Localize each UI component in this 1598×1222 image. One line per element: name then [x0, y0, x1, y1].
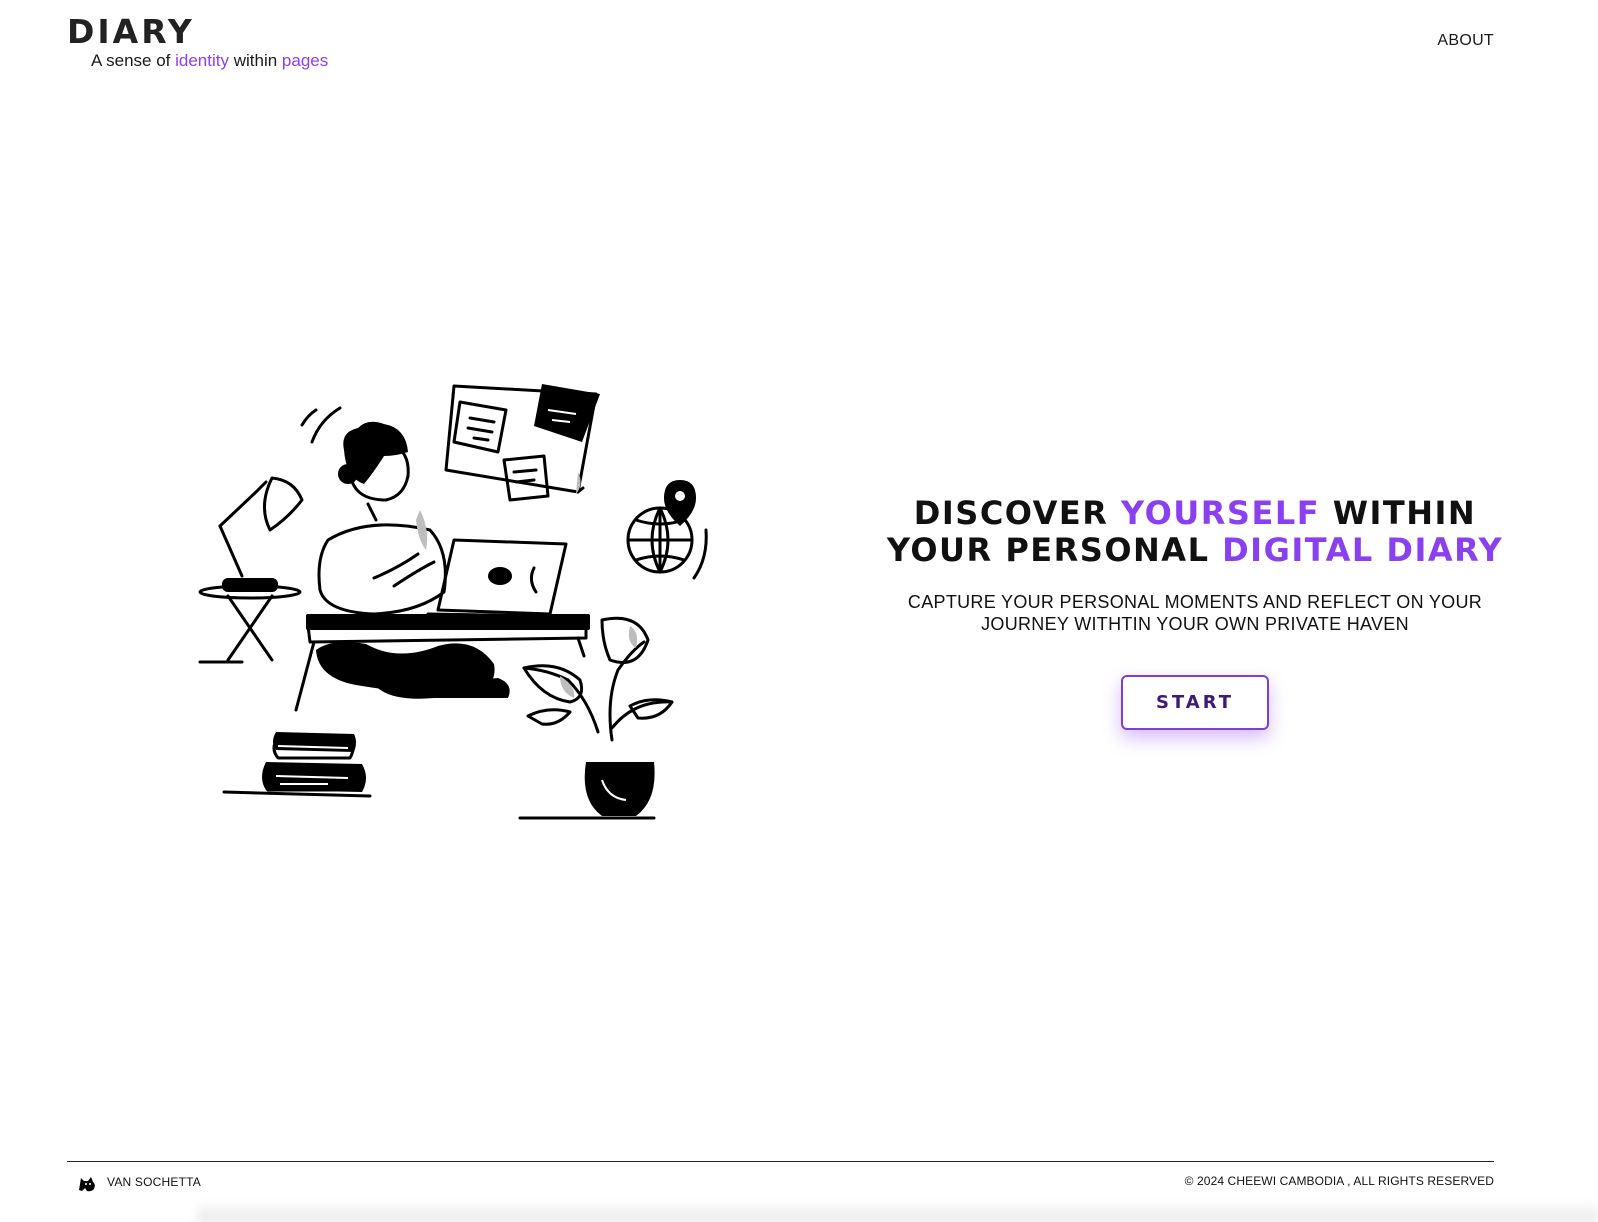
tagline-accent-identity: identity — [175, 51, 229, 70]
hero-section: DISCOVER YOURSELF WITHIN YOUR PERSONAL D… — [860, 495, 1530, 730]
brand-tagline: A sense of identity within pages — [91, 49, 328, 73]
footer-author-name: VAN SOCHETTA — [107, 1175, 201, 1189]
footer-copyright: © 2024 CHEEWI CAMBODIA , ALL RIGHTS RESE… — [1184, 1174, 1494, 1188]
tagline-text: A sense of — [91, 51, 176, 70]
hero-illustration — [198, 380, 730, 840]
brand-title[interactable]: DIARY — [67, 12, 195, 52]
hero-title-accent-yourself: YOURSELF — [1121, 494, 1321, 532]
tagline-accent-pages: pages — [281, 51, 329, 70]
cat-logo-icon — [79, 1177, 95, 1192]
hero-title-text: DISCOVER — [913, 494, 1122, 532]
footer-author: VAN SOCHETTA — [77, 1172, 201, 1192]
start-button[interactable]: START — [1121, 675, 1269, 730]
hero-title-accent-digital-diary: DIGITAL DIARY — [1222, 531, 1504, 569]
site-footer: VAN SOCHETTA © 2024 CHEEWI CAMBODIA , AL… — [67, 1161, 1598, 1222]
hero-title: DISCOVER YOURSELF WITHIN YOUR PERSONAL D… — [860, 495, 1530, 569]
footer-shadow — [197, 1200, 1598, 1222]
tagline-text: within — [229, 51, 282, 70]
nav-about-link[interactable]: ABOUT — [1437, 32, 1494, 50]
hero-subtitle: CAPTURE YOUR PERSONAL MOMENTS AND REFLEC… — [907, 592, 1483, 634]
site-header: DIARY A sense of identity within pages A… — [67, 12, 1494, 82]
woman-working-at-laptop-illustration — [198, 384, 708, 820]
